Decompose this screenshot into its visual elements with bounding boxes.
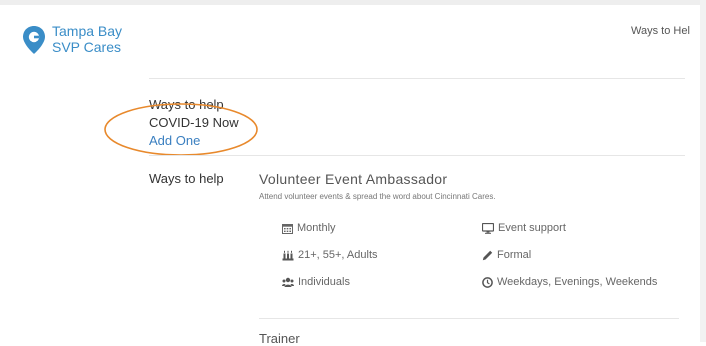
clock-icon — [482, 276, 493, 288]
people-age-icon — [282, 250, 294, 260]
divider — [149, 155, 685, 156]
pencil-icon — [482, 250, 493, 260]
divider — [149, 78, 685, 79]
attribute-frequency: Monthly — [282, 222, 336, 234]
opportunity-title[interactable]: Trainer — [259, 331, 300, 346]
brand-line-1: Tampa Bay — [52, 23, 123, 39]
section-label: Ways to help — [149, 171, 224, 186]
attribute-text: 21+, 55+, Adults — [298, 249, 378, 261]
attribute-schedule: Weekdays, Evenings, Weekends — [482, 276, 657, 288]
attribute-text: Event support — [498, 222, 566, 234]
attribute-text: Monthly — [297, 222, 336, 234]
window-scrollbar-track[interactable] — [700, 0, 706, 342]
opportunity-description: Attend volunteer events & spread the wor… — [259, 192, 496, 201]
opportunity-title[interactable]: Volunteer Event Ambassador — [259, 171, 447, 187]
attribute-text: Weekdays, Evenings, Weekends — [497, 276, 658, 288]
brand-name: Tampa Bay SVP Cares — [52, 23, 122, 55]
window-top-edge — [0, 0, 706, 5]
attribute-text: Individuals — [298, 276, 350, 288]
annotation-circle — [104, 103, 258, 156]
users-icon — [282, 277, 294, 287]
attribute-text: Formal — [497, 249, 532, 261]
attribute-group: Individuals — [282, 276, 350, 288]
brand-line-2: SVP Cares — [52, 39, 121, 55]
monitor-icon — [482, 222, 494, 234]
attribute-category: Event support — [482, 222, 566, 234]
attribute-ages: 21+, 55+, Adults — [282, 249, 378, 261]
location-pin-icon — [23, 26, 45, 54]
calendar-icon — [282, 223, 293, 234]
brand-logo[interactable]: Tampa Bay SVP Cares — [22, 23, 122, 55]
divider — [259, 318, 679, 319]
attribute-dress: Formal — [482, 249, 531, 261]
nav-link-ways-to-help[interactable]: Ways to Hel — [631, 25, 690, 37]
